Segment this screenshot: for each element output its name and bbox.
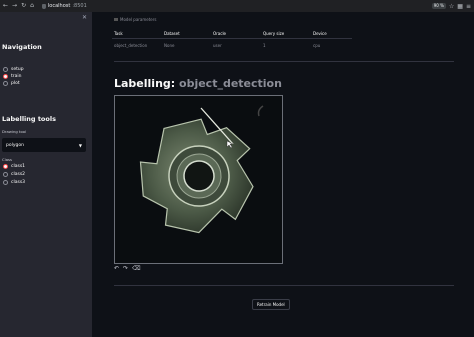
table-header-task: Task [114,31,123,36]
table-cell-query-size: 1 [263,43,266,48]
retrain-model-button[interactable]: Retrain Model [252,299,290,310]
nav-radio-label: setup [11,67,24,72]
class-radio-label: class3 [11,180,26,185]
chevron-down-icon: ▼ [78,142,82,148]
drawing-tool-select[interactable]: polygon ▼ [2,138,86,152]
zoom-level[interactable]: 90 % [431,3,446,9]
home-icon[interactable]: ⌂ [30,0,34,12]
delete-icon[interactable]: ⌫ [132,265,140,272]
nav-radio-train[interactable]: train [3,74,21,79]
drawing-tool-label: Drawing tool [2,129,27,134]
class-radio-class1[interactable]: class1 [3,164,25,169]
radio-icon [3,67,8,72]
expander-icon [114,18,118,21]
nav-radio-plot[interactable]: plot [3,81,20,86]
table-cell-device: cpu [313,43,321,48]
table-divider [112,38,352,39]
bookmark-icon[interactable]: ☆ [449,3,454,10]
drawing-tool-value: polygon [6,142,24,148]
undo-icon[interactable]: ↶ [114,265,119,272]
page-title: Labelling: object_detection [114,77,282,90]
class-radio-class3[interactable]: class3 [3,180,25,185]
class-label: Class [2,157,12,162]
parameters-heading: Model parameters [114,17,156,22]
radio-selected-icon [3,74,8,79]
url-port: :8501 [72,3,87,9]
menu-icon[interactable]: ≡ [466,3,471,10]
section-divider [114,285,454,286]
nav-radio-label: plot [11,81,20,86]
canvas-toolbar: ↶ ↷ ⌫ [114,265,141,272]
table-header-device: Device [313,31,327,36]
title-task: object_detection [179,77,282,90]
url-host: localhost [47,3,71,9]
radio-icon [3,180,8,185]
radio-icon [3,172,8,177]
table-cell-task: object_detection [114,43,148,48]
redo-icon[interactable]: ↷ [123,265,128,272]
table-cell-oracle: user [213,43,222,48]
forward-icon[interactable]: → [12,0,17,12]
class-radio-label: class2 [11,172,26,177]
object-image [139,105,264,234]
section-divider [114,61,454,62]
radio-selected-icon [3,164,8,169]
title-prefix: Labelling: [114,77,180,90]
back-icon[interactable]: ← [3,0,8,12]
table-header-dataset: Dataset [164,31,180,36]
address-bar[interactable]: localhost:8501 [41,3,87,9]
extensions-icon[interactable]: ▦ [457,3,463,10]
browser-toolbar: ← → ↻ ⌂ localhost:8501 90 % ☆ ▦ ≡ [0,0,474,12]
annotation-canvas[interactable] [114,95,283,264]
main-content: Model parameters Task Dataset Oracle Que… [92,12,474,337]
close-sidebar-icon[interactable]: ✕ [82,14,87,21]
table-cell-dataset: None [164,43,175,48]
radio-icon [3,81,8,86]
class-radio-class2[interactable]: class2 [3,172,25,177]
table-header-query-size: Query size [263,31,285,36]
class-radio-label: class1 [11,164,26,169]
shield-icon [41,3,46,9]
sidebar: ✕ Navigation setup train plot Labelling … [0,12,92,337]
nav-radio-label: train [11,74,22,79]
parameters-heading-text: Model parameters [120,17,157,22]
labelling-tools-heading: Labelling tools [2,115,56,123]
nav-radio-setup[interactable]: setup [3,67,24,72]
navigation-heading: Navigation [2,43,42,51]
table-header-oracle: Oracle [213,31,227,36]
reload-icon[interactable]: ↻ [21,0,26,12]
